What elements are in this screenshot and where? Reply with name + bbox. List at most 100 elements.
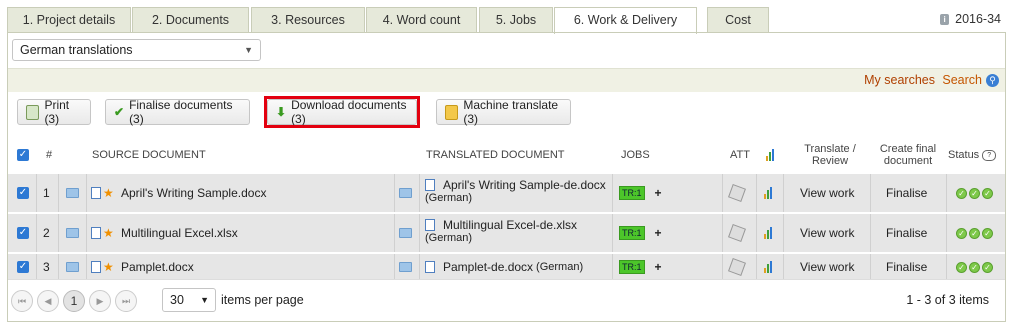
source-document-name[interactable]: Pamplet.docx: [121, 254, 194, 280]
search-bar: My searches Search ⚲: [8, 68, 1005, 92]
tab-documents[interactable]: 2. Documents: [132, 7, 249, 33]
page-size-select[interactable]: 30 ▼: [162, 288, 216, 312]
header-source-document: SOURCE DOCUMENT: [92, 149, 206, 161]
translated-language: (German): [425, 192, 473, 204]
finalise-documents-button[interactable]: ✔ Finalise documents (3): [105, 98, 250, 126]
chevron-down-icon: ▼: [200, 295, 209, 305]
search-link[interactable]: Search ⚲: [942, 73, 999, 87]
chart-icon[interactable]: [764, 174, 772, 212]
document-icon: [425, 219, 435, 231]
translated-document-name[interactable]: Multilingual Excel-de.xlsx: [443, 218, 577, 232]
download-highlight-box: [264, 96, 420, 128]
status-ok-icon: ✓: [969, 187, 980, 199]
source-document-name[interactable]: Multilingual Excel.xlsx: [121, 214, 238, 252]
status-icons: ✓ ✓ ✓: [956, 174, 995, 212]
status-ok-icon: ✓: [969, 261, 980, 273]
view-work-link[interactable]: View work: [800, 174, 854, 212]
search-icon: ⚲: [986, 73, 999, 87]
folder-icon[interactable]: [66, 254, 79, 280]
row-checkbox[interactable]: ✓: [17, 214, 29, 252]
prev-page-button[interactable]: ◀: [37, 290, 59, 312]
document-icon: [91, 227, 101, 239]
add-job-button[interactable]: +: [655, 260, 662, 274]
print-button[interactable]: Print (3): [17, 98, 91, 126]
project-ref: i 2016-34: [940, 12, 1001, 26]
folder-icon[interactable]: [66, 174, 79, 212]
add-job-button[interactable]: +: [655, 226, 662, 240]
row-checkbox[interactable]: ✓: [17, 254, 29, 280]
my-searches-link[interactable]: My searches: [864, 73, 935, 87]
header-att: ATT: [730, 149, 750, 161]
job-badge[interactable]: TR:1: [619, 260, 645, 274]
translated-document-name[interactable]: Pamplet-de.docx: [443, 260, 533, 274]
status-ok-icon: ✓: [956, 261, 967, 273]
attachment-icon[interactable]: [728, 174, 746, 212]
table-row: ✓ 2 ★ Multilingual Excel.xlsx Multilingu…: [8, 212, 1005, 252]
jobs-cell: TR:1 +: [619, 174, 662, 212]
pagination-summary: 1 - 3 of 3 items: [906, 293, 989, 307]
table-row: ✓ 1 ★ April's Writing Sample.docx April'…: [8, 172, 1005, 212]
chart-icon[interactable]: [764, 254, 772, 280]
help-icon[interactable]: ?: [982, 149, 997, 161]
document-icon: [425, 179, 435, 191]
folder-icon[interactable]: [399, 174, 412, 212]
status-ok-icon: ✓: [956, 227, 967, 239]
folder-icon[interactable]: [399, 214, 412, 252]
header-create-final: Create final document: [879, 143, 937, 167]
attachment-icon[interactable]: [728, 214, 746, 252]
checkbox-checked-icon: ✓: [17, 227, 29, 239]
view-work-link[interactable]: View work: [800, 214, 854, 252]
row-number: 3: [43, 260, 50, 274]
print-button-label: Print (3): [44, 98, 70, 126]
tab-cost[interactable]: Cost: [707, 7, 769, 33]
finalise-link[interactable]: Finalise: [886, 214, 927, 252]
status-icons: ✓ ✓ ✓: [956, 254, 995, 280]
source-document-name[interactable]: April's Writing Sample.docx: [121, 174, 266, 212]
finalise-link[interactable]: Finalise: [886, 174, 927, 212]
chart-icon: [766, 138, 774, 172]
machine-translate-label: Machine translate (3): [463, 98, 559, 126]
machine-translate-icon: [445, 104, 459, 120]
table-header: ✓ # SOURCE DOCUMENT TRANSLATED DOCUMENT …: [8, 138, 1005, 172]
header-status-label: Status: [948, 149, 980, 161]
translated-document-name[interactable]: April's Writing Sample-de.docx: [443, 178, 606, 192]
finalise-documents-label: Finalise documents (3): [129, 98, 233, 126]
row-checkbox[interactable]: ✓: [17, 174, 29, 212]
source-doc-icons: ★: [91, 174, 114, 212]
first-page-button[interactable]: ⏮: [11, 290, 33, 312]
current-page-button[interactable]: 1: [63, 290, 85, 312]
machine-translate-button[interactable]: Machine translate (3): [436, 98, 571, 126]
jobs-cell: TR:1 +: [619, 254, 662, 280]
language-select[interactable]: German translations ▼: [12, 39, 261, 61]
row-number: 2: [43, 226, 50, 240]
source-doc-icons: ★: [91, 214, 114, 252]
job-badge[interactable]: TR:1: [619, 186, 645, 200]
source-doc-icons: ★: [91, 254, 114, 280]
folder-icon[interactable]: [399, 254, 412, 280]
star-icon: ★: [103, 226, 114, 240]
tab-jobs[interactable]: 5. Jobs: [479, 7, 553, 33]
document-icon: [425, 261, 435, 273]
next-page-button[interactable]: ▶: [89, 290, 111, 312]
finalise-link[interactable]: Finalise: [886, 254, 927, 280]
star-icon: ★: [103, 186, 114, 200]
checkbox-checked-icon: ✓: [17, 149, 29, 161]
status-ok-icon: ✓: [982, 261, 993, 273]
folder-icon[interactable]: [66, 214, 79, 252]
star-icon: ★: [103, 260, 114, 274]
select-all-checkbox[interactable]: ✓: [17, 138, 29, 172]
tab-resources[interactable]: 3. Resources: [251, 7, 365, 33]
chart-icon[interactable]: [764, 214, 772, 252]
status-icons: ✓ ✓ ✓: [956, 214, 995, 252]
project-ref-label: 2016-34: [955, 12, 1001, 26]
last-page-button[interactable]: ⏭: [115, 290, 137, 312]
view-work-link[interactable]: View work: [800, 254, 854, 280]
tab-work-delivery[interactable]: 6. Work & Delivery: [554, 7, 697, 34]
job-badge[interactable]: TR:1: [619, 226, 645, 240]
attachment-icon[interactable]: [728, 254, 746, 280]
add-job-button[interactable]: +: [655, 186, 662, 200]
tab-word-count[interactable]: 4. Word count: [366, 7, 477, 33]
chevron-down-icon: ▼: [244, 45, 253, 55]
tab-project-details[interactable]: 1. Project details: [7, 7, 131, 33]
translated-language: (German): [536, 261, 584, 273]
